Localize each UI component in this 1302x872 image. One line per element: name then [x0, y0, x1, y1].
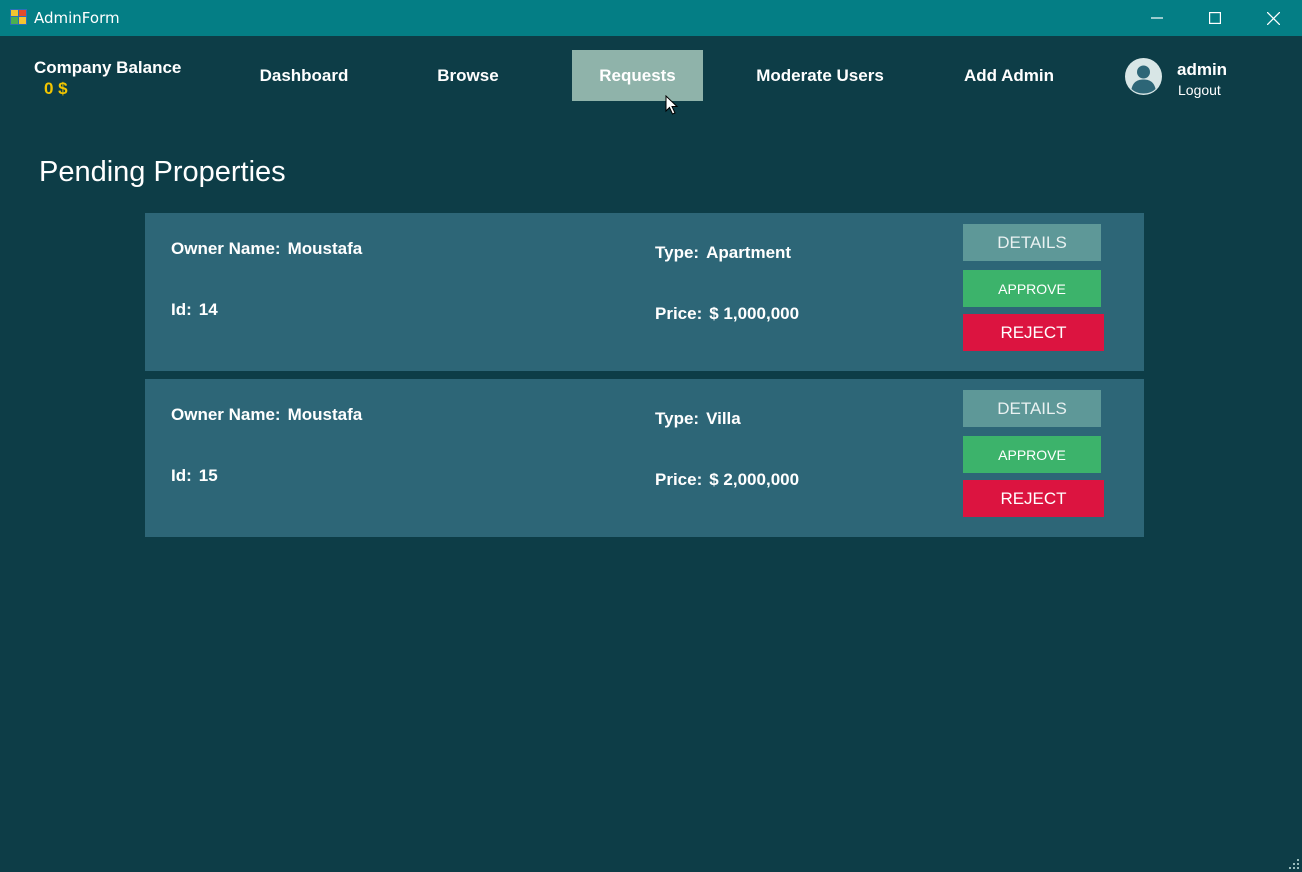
nav-requests[interactable]: Requests [572, 50, 703, 101]
title-bar: AdminForm [0, 0, 1302, 36]
owner-label: Owner Name: [171, 239, 281, 258]
price-field: Price: $ 1,000,000 [655, 304, 799, 324]
id-field: Id: 14 [171, 300, 218, 320]
price-field: Price: $ 2,000,000 [655, 470, 799, 490]
id-value: 15 [198, 466, 218, 485]
id-value: 14 [198, 300, 218, 319]
type-field: Type: Villa [655, 409, 741, 429]
owner-label: Owner Name: [171, 405, 281, 424]
approve-button[interactable]: APPROVE [963, 270, 1101, 307]
type-label: Type: [655, 243, 700, 262]
nav-moderate-users[interactable]: Moderate Users [740, 50, 900, 101]
close-button[interactable] [1244, 0, 1302, 36]
nav-add-admin[interactable]: Add Admin [950, 50, 1068, 101]
window-title: AdminForm [34, 9, 120, 27]
type-field: Type: Apartment [655, 243, 791, 263]
nav-browse[interactable]: Browse [416, 50, 520, 101]
company-balance: Company Balance 0 $ [34, 58, 181, 99]
type-label: Type: [655, 409, 700, 428]
owner-field: Owner Name: Moustafa [171, 405, 362, 425]
approve-button[interactable]: APPROVE [963, 436, 1101, 473]
user-avatar-icon[interactable] [1125, 58, 1162, 95]
price-value: $ 1,000,000 [709, 304, 800, 323]
id-field: Id: 15 [171, 466, 218, 486]
user-name: admin [1177, 60, 1228, 79]
details-button[interactable]: DETAILS [963, 390, 1101, 427]
balance-label: Company Balance [34, 58, 182, 77]
maximize-icon [1209, 12, 1221, 24]
balance-value: 0 $ [44, 79, 68, 98]
maximize-button[interactable] [1186, 0, 1244, 36]
type-value: Apartment [706, 243, 792, 262]
nav-dashboard[interactable]: Dashboard [240, 50, 368, 101]
price-label: Price: [655, 470, 703, 489]
minimize-button[interactable] [1128, 0, 1186, 36]
property-card: Owner Name: Moustafa Id: 14 Type: Apartment… [145, 213, 1144, 371]
price-label: Price: [655, 304, 703, 323]
close-icon [1266, 11, 1280, 25]
id-label: Id: [171, 300, 192, 319]
logout-link[interactable]: Logout [1178, 82, 1221, 98]
details-button[interactable]: DETAILS [963, 224, 1101, 261]
owner-value: Moustafa [287, 239, 363, 258]
price-value: $ 2,000,000 [709, 470, 800, 489]
property-card: Owner Name: Moustafa Id: 15 Type: Villa Pri… [145, 379, 1144, 537]
id-label: Id: [171, 466, 192, 485]
reject-button[interactable]: REJECT [963, 314, 1104, 351]
minimize-icon [1151, 17, 1163, 19]
owner-field: Owner Name: Moustafa [171, 239, 362, 259]
resize-grip-icon[interactable] [1288, 858, 1300, 870]
page-title: Pending Properties [39, 156, 286, 188]
app-icon [10, 9, 27, 25]
owner-value: Moustafa [287, 405, 363, 424]
reject-button[interactable]: REJECT [963, 480, 1104, 517]
type-value: Villa [706, 409, 741, 428]
mouse-cursor-icon [665, 95, 679, 115]
